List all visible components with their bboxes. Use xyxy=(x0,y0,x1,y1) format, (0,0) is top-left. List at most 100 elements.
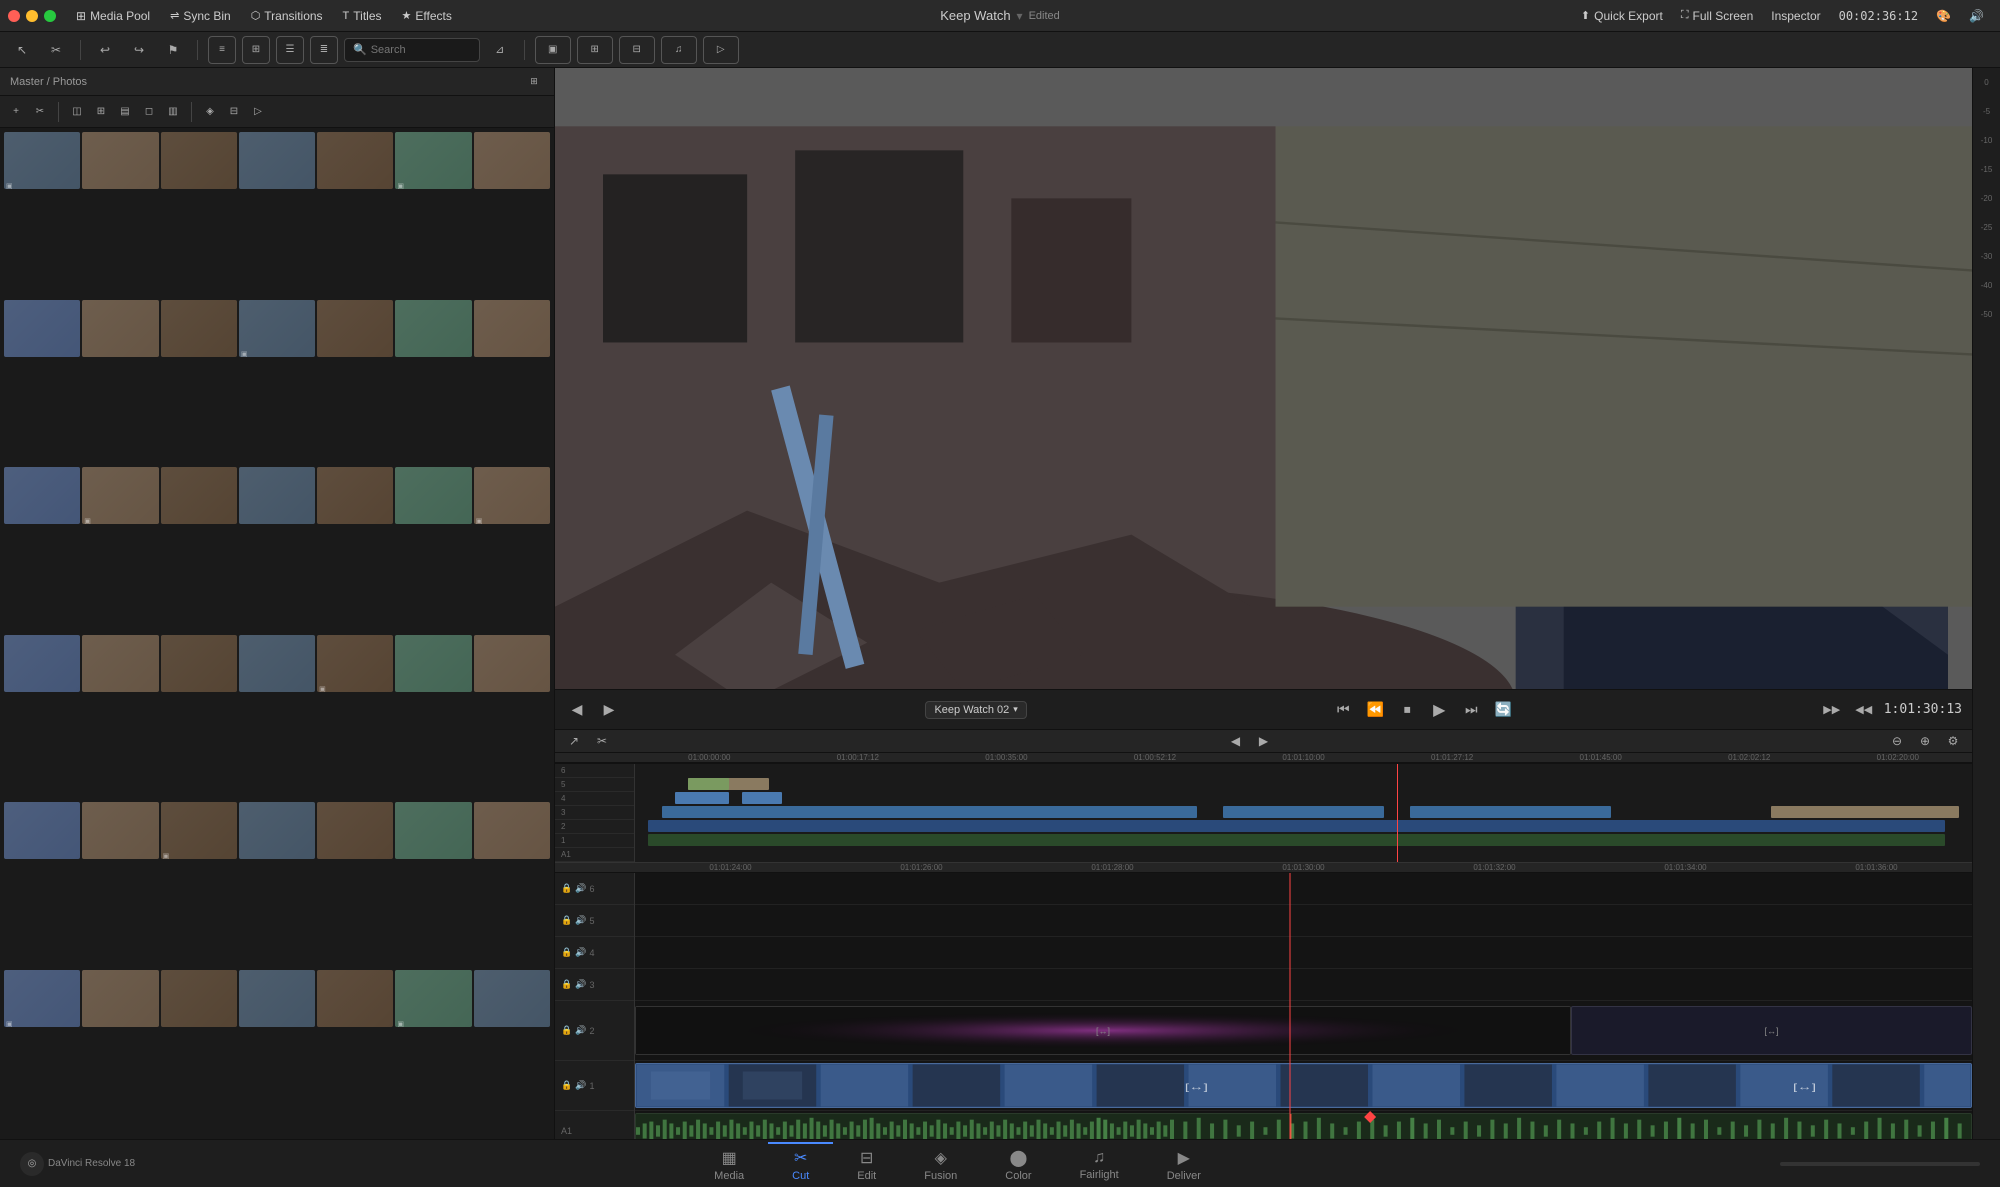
snap-btn[interactable]: ⊞ xyxy=(577,36,613,64)
list-view-btn[interactable]: ≡ xyxy=(208,36,236,64)
media-thumb-item[interactable]: Depositphotos_55... xyxy=(161,467,237,524)
media-thumb-item[interactable]: Depositphotos_55... xyxy=(317,132,393,189)
timeline-zoom-in[interactable]: ⊕ xyxy=(1914,730,1936,752)
add-clip-btn[interactable]: + xyxy=(6,102,26,122)
media-thumb-item[interactable]: Depositphotos_55... xyxy=(161,635,237,692)
media-thumb-item[interactable]: ▣ Depositphotos_55... xyxy=(474,467,550,524)
blade-clip-btn[interactable]: ✂ xyxy=(30,102,50,122)
media-btn-7[interactable]: ⊟ xyxy=(224,102,244,122)
detail-view-btn[interactable]: ☰ xyxy=(276,36,304,64)
more-btn[interactable]: ▷ xyxy=(703,36,739,64)
track2-clip-right[interactable]: [↔] xyxy=(1571,1006,1972,1055)
timeline-ctrl-2[interactable]: ✂ xyxy=(591,730,613,752)
media-thumb-item[interactable]: Depositphotos_55... xyxy=(239,635,315,692)
grid-view-btn[interactable]: ⊞ xyxy=(242,36,270,64)
media-thumb-item[interactable]: ▣ Depositphotos_55... xyxy=(161,802,237,859)
media-thumb-item[interactable]: Depositphotos_55... xyxy=(4,467,80,524)
search-input[interactable] xyxy=(371,44,471,56)
mini-clip-blue-2[interactable] xyxy=(742,792,782,804)
media-thumb-item[interactable]: Depositphotos_55... xyxy=(474,970,550,1027)
mini-clip-main-1[interactable] xyxy=(662,806,1197,818)
slow-forward-btn[interactable]: ▶▶ xyxy=(1820,698,1844,722)
media-btn-4[interactable]: ◻ xyxy=(139,102,159,122)
media-thumb-item[interactable]: Depositphotos_55... xyxy=(395,300,471,357)
close-button[interactable] xyxy=(8,10,20,22)
quick-export-button[interactable]: ⬆ Quick Export xyxy=(1573,0,1671,32)
media-thumb-item[interactable]: Depositphotos_55... xyxy=(317,802,393,859)
media-thumb-item[interactable]: Depositphotos_55... xyxy=(239,467,315,524)
transitions-menu[interactable]: ⬡ Transitions xyxy=(243,0,331,32)
mini-clip-main-3[interactable] xyxy=(1410,806,1611,818)
inspector-button[interactable]: Inspector xyxy=(1763,0,1828,32)
media-pool-view-toggle[interactable]: ⊞ xyxy=(524,72,544,92)
media-thumb-item[interactable]: Depositphotos_55... xyxy=(474,300,550,357)
media-thumb-item[interactable]: ▣ Depositphotos_55... xyxy=(395,970,471,1027)
media-thumb-item[interactable]: Depositphotos_55... xyxy=(82,802,158,859)
timeline-ctrl-1[interactable]: ↗ xyxy=(563,730,585,752)
flag-button[interactable]: ⚑ xyxy=(159,36,187,64)
media-pool-menu[interactable]: ⊞ Media Pool xyxy=(68,0,158,32)
media-thumb-item[interactable]: Depositphotos_55... xyxy=(239,132,315,189)
clip-btn[interactable]: ▣ xyxy=(535,36,571,64)
sync-bin-menu[interactable]: ⇌ Sync Bin xyxy=(162,0,239,32)
media-thumb-item[interactable]: Depositphotos_55... xyxy=(395,802,471,859)
media-thumb-item[interactable]: ▣ Depositphotos_54... xyxy=(4,132,80,189)
media-thumb-item[interactable]: Depositphotos_55... xyxy=(474,802,550,859)
color-wheel-icon[interactable]: 🎨 xyxy=(1928,0,1959,32)
media-thumb-item[interactable]: Depositphotos_55... xyxy=(474,132,550,189)
reverse-btn[interactable]: ◀◀ xyxy=(1852,698,1876,722)
media-btn-2[interactable]: ⊞ xyxy=(91,102,111,122)
zoomed-tracks-content[interactable]: [↔] [↔] xyxy=(635,873,1972,1139)
titles-menu[interactable]: T Titles xyxy=(335,0,390,32)
link-btn[interactable]: ⊟ xyxy=(619,36,655,64)
media-thumb-item[interactable]: Depositphotos_55... xyxy=(161,132,237,189)
media-thumb-item[interactable]: Depositphotos_55... xyxy=(317,300,393,357)
media-thumb-item[interactable]: Depositphotos_55... xyxy=(82,970,158,1027)
dock-tab-fusion[interactable]: ◈ Fusion xyxy=(900,1142,981,1186)
timeline-nav-next[interactable]: ▶ xyxy=(1253,730,1275,752)
mini-clip-main-4[interactable] xyxy=(1771,806,1958,818)
media-thumb-item[interactable]: ▣ Depositphotos_55... xyxy=(239,300,315,357)
media-btn-1[interactable]: ◫ xyxy=(67,102,87,122)
redo-button[interactable]: ↪ xyxy=(125,36,153,64)
timeline-zoom-out[interactable]: ⊖ xyxy=(1886,730,1908,752)
blade-tool[interactable]: ✂ xyxy=(42,36,70,64)
media-thumb-item[interactable]: Depositphotos_55... xyxy=(161,300,237,357)
media-thumb-item[interactable]: Depositphotos_55... xyxy=(4,300,80,357)
media-thumb-item[interactable]: Depositphotos_55... xyxy=(239,970,315,1027)
dock-tab-media[interactable]: ▦ Media xyxy=(690,1142,768,1186)
media-btn-6[interactable]: ◈ xyxy=(200,102,220,122)
media-btn-5[interactable]: ▥ xyxy=(163,102,183,122)
volume-icon[interactable]: 🔊 xyxy=(1961,0,1992,32)
media-thumb-item[interactable]: Depositphotos_55... xyxy=(317,467,393,524)
media-thumb-item[interactable]: Depositphotos_55... xyxy=(474,635,550,692)
minimize-button[interactable] xyxy=(26,10,38,22)
play-btn[interactable]: ▶ xyxy=(1427,698,1451,722)
media-thumb-item[interactable]: ▣ Depositphotos_55... xyxy=(395,132,471,189)
media-thumb-item[interactable]: Depositphotos_55... xyxy=(239,802,315,859)
metadata-view-btn[interactable]: ≣ xyxy=(310,36,338,64)
media-thumb-item[interactable]: Depositphotos_55... xyxy=(317,970,393,1027)
next-frame-btn[interactable]: ▶ xyxy=(597,698,621,722)
dock-tab-edit[interactable]: ⊟ Edit xyxy=(833,1142,900,1186)
timeline-settings[interactable]: ⚙ xyxy=(1942,730,1964,752)
media-thumb-item[interactable]: ▣ Depositphotos_55... xyxy=(317,635,393,692)
effects-menu[interactable]: ★ Effects xyxy=(394,0,460,32)
dock-tab-fairlight[interactable]: ♫ Fairlight xyxy=(1056,1142,1143,1186)
mini-clip-tan-2[interactable] xyxy=(688,778,728,790)
overview-tracks-area[interactable] xyxy=(635,764,1972,862)
mini-clip-row-a[interactable] xyxy=(648,820,1945,832)
track2-clip-left[interactable]: [↔] xyxy=(635,1006,1571,1055)
media-thumb-item[interactable]: ▣ Depositphotos_55... xyxy=(4,970,80,1027)
media-thumb-item[interactable]: Depositphotos_55... xyxy=(395,467,471,524)
media-btn-8[interactable]: ▷ xyxy=(248,102,268,122)
media-thumb-item[interactable]: Depositphotos_55... xyxy=(4,635,80,692)
media-btn-3[interactable]: ▤ xyxy=(115,102,135,122)
stop-btn[interactable]: ⏹ xyxy=(1395,698,1419,722)
clip-name-selector[interactable]: Keep Watch 02 ▾ xyxy=(925,701,1026,719)
prev-frame-btn[interactable]: ◀ xyxy=(565,698,589,722)
dock-tab-cut[interactable]: ✂ Cut xyxy=(768,1142,833,1186)
media-thumb-item[interactable]: Depositphotos_55... xyxy=(4,802,80,859)
dock-tab-deliver[interactable]: ▶ Deliver xyxy=(1143,1142,1225,1186)
mini-clip-main-2[interactable] xyxy=(1223,806,1383,818)
